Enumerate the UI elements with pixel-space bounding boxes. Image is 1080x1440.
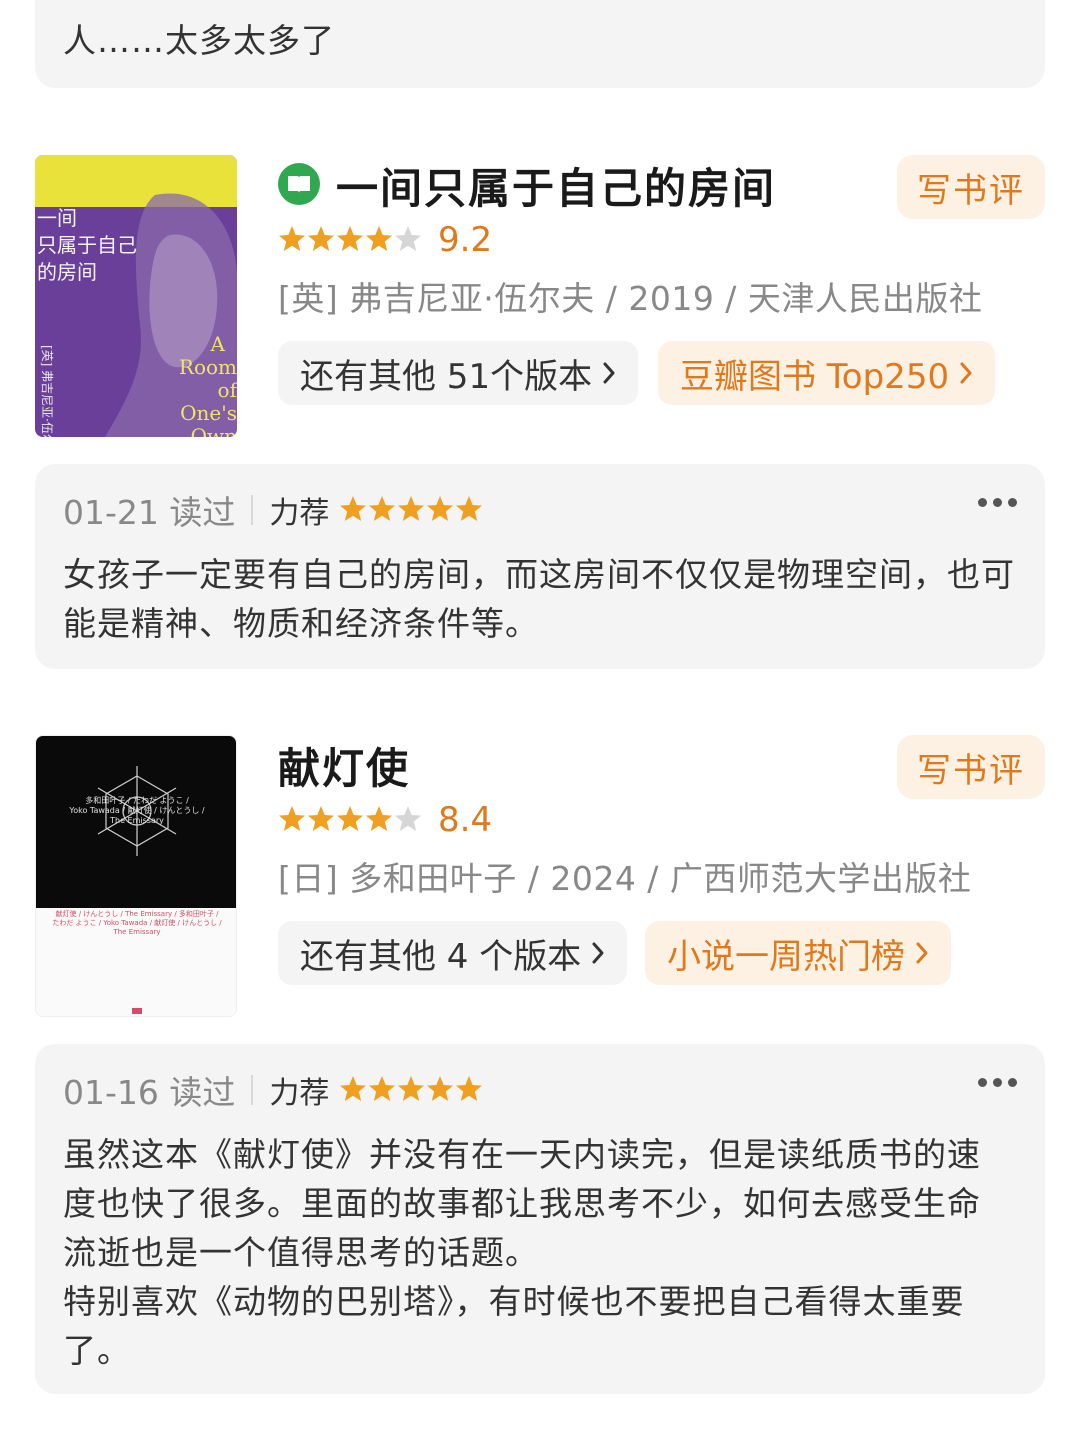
ranking-label: 小说一周热门榜 [667, 936, 905, 977]
review-stars [340, 496, 483, 521]
my-review-card[interactable]: 01-16 读过 力荐 虽然这本《献灯使》并没有在一天内读完，但是读纸质书的速 … [35, 1044, 1045, 1394]
chevron-right-icon [592, 942, 604, 964]
other-editions-label: 还有其他 4 个版本 [300, 936, 582, 977]
review-stars [340, 1076, 483, 1101]
review-text-line: 度也快了很多。里面的故事都让我思考不少，如何去感受生命 [63, 1184, 981, 1223]
divider [251, 1075, 254, 1105]
book-rating-score: 9.2 [438, 220, 493, 260]
cover-en-5: Own [191, 424, 237, 437]
cover-title-line-3: 的房间 [37, 260, 97, 284]
cover-line-4: 献灯使 / けんとうし / The Emissary / 多和田叶子 / [55, 909, 219, 918]
book-cover[interactable]: 一间 只属于自己 的房间 A Room of One's Own [英] 弗吉尼… [35, 155, 237, 437]
cover-line-5: たわだ ようこ / Yoko Tawada / 献灯使 / けんとうし / [52, 918, 222, 927]
review-date: 01-16 读过 [63, 1073, 236, 1112]
book-rating-row: 9.2 [278, 220, 492, 260]
cover-side-text: [英] 弗吉尼亚·伍尔夫 [40, 345, 55, 437]
review-header: 01-16 读过 力荐 [63, 1066, 485, 1114]
cover-title-line-1: 一间 [37, 206, 77, 230]
ebook-icon [278, 163, 320, 205]
write-review-button[interactable]: 写书评 [897, 735, 1045, 799]
chevron-right-icon [916, 942, 928, 964]
review-date: 01-21 读过 [63, 493, 236, 532]
book-cover-art: 多和田叶子 / たわだ ようこ / Yoko Tawada / 献灯使 / けん… [36, 736, 236, 1016]
book-title[interactable]: 献灯使 [278, 735, 410, 796]
review-text-line: 特别喜欢《动物的巴别塔》，有时候也不要把自己看得太重要 [63, 1282, 965, 1321]
cover-line-6: The Emissary [112, 928, 160, 936]
other-editions-label: 还有其他 51个版本 [300, 356, 593, 397]
review-recommend-label: 力荐 [269, 1076, 330, 1111]
cover-en-4: One's [180, 401, 237, 425]
book-meta: [日] 多和田叶子 / 2024 / 广西师范大学出版社 [278, 859, 972, 898]
ranking-button[interactable]: 豆瓣图书 Top250 [658, 341, 996, 405]
cover-line-3: The Emissary [109, 816, 164, 825]
cover-title-line-2: 只属于自己 [37, 233, 137, 257]
book-rating-score: 8.4 [438, 800, 493, 840]
book-cover-art: 一间 只属于自己 的房间 A Room of One's Own [英] 弗吉尼… [35, 155, 237, 437]
review-text: 女孩子一定要有自己的房间，而这房间不仅仅是物理空间，也可能是精神、物质和经济条件… [63, 555, 1015, 643]
review-text-line: 流逝也是一个值得思考的话题。 [63, 1233, 539, 1272]
book-rating-row: 8.4 [278, 800, 492, 840]
cover-en-3: of [218, 378, 237, 402]
book-rating-stars [279, 806, 421, 831]
ranking-button[interactable]: 小说一周热门榜 [645, 921, 951, 985]
book-meta: [英] 弗吉尼亚·伍尔夫 / 2019 / 天津人民出版社 [278, 279, 983, 318]
chevron-right-icon [603, 362, 615, 384]
review-recommend-label: 力荐 [269, 496, 330, 531]
previous-review-text: 人……太多太多了 [63, 21, 335, 60]
review-text: 虽然这本《献灯使》并没有在一天内读完，但是读纸质书的速 度也快了很多。里面的故事… [63, 1130, 1018, 1375]
cover-en-1: A [210, 332, 226, 356]
other-editions-button[interactable]: 还有其他 51个版本 [278, 341, 639, 405]
ranking-label: 豆瓣图书 Top250 [680, 356, 950, 397]
other-editions-button[interactable]: 还有其他 4 个版本 [278, 921, 628, 985]
book-cover[interactable]: 多和田叶子 / たわだ ようこ / Yoko Tawada / 献灯使 / けん… [35, 735, 237, 1017]
review-text-line: 虽然这本《献灯使》并没有在一天内读完，但是读纸质书的速 [63, 1135, 981, 1174]
review-text-line: 了。 [63, 1331, 131, 1370]
divider [251, 495, 254, 525]
book-rating-stars [279, 226, 421, 251]
my-review-card[interactable]: 01-21 读过 力荐 女孩子一定要有自己的房间，而这房间不仅仅是物理空间，也可… [35, 464, 1045, 669]
cover-line-2: Yoko Tawada / 献灯使 / けんとうし / [68, 805, 204, 815]
cover-line-1: 多和田叶子 / たわだ ようこ / [85, 795, 189, 805]
book-icon [288, 176, 310, 193]
review-header: 01-21 读过 力荐 [63, 486, 485, 534]
previous-review-card: 人……太多太多了 [35, 0, 1045, 88]
write-review-button[interactable]: 写书评 [897, 155, 1045, 219]
chevron-right-icon [960, 362, 972, 384]
more-options-icon[interactable] [978, 498, 1017, 507]
more-options-icon[interactable] [978, 1078, 1017, 1087]
cover-en-2: Room [179, 355, 237, 379]
book-title[interactable]: 一间只属于自己的房间 [336, 155, 776, 216]
